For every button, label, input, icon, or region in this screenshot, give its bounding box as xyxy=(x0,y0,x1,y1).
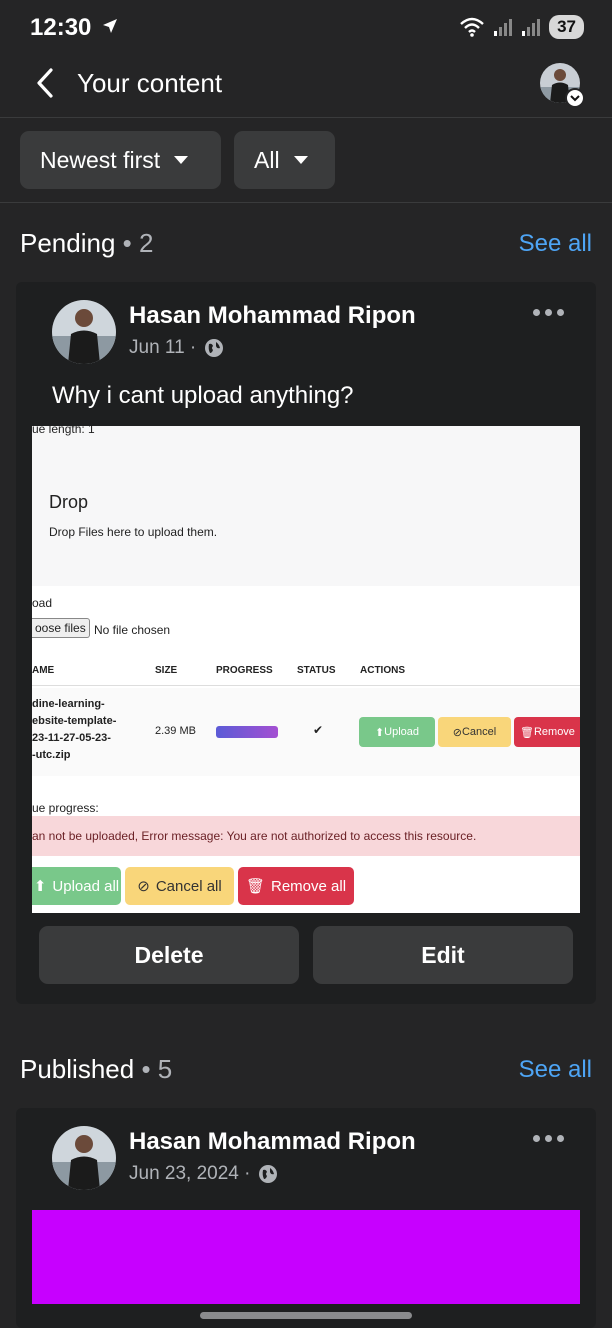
row-cancel-button: ⊘ Cancel xyxy=(438,717,511,747)
post-image[interactable]: ue length: 1 Drop Drop Files here to upl… xyxy=(32,426,580,913)
post-image[interactable] xyxy=(32,1210,580,1304)
globe-icon xyxy=(259,1165,278,1183)
upload-all-button: ⬆ Upload all xyxy=(32,867,121,905)
file-name-line-1: dine-learning- xyxy=(32,698,105,710)
row-cancel-label: Cancel xyxy=(461,726,497,738)
dropzone-area xyxy=(32,426,580,586)
row-remove-label: Remove xyxy=(533,726,575,738)
cancel-all-button: ⊘ Cancel all xyxy=(125,867,234,905)
cancel-all-label: Cancel all xyxy=(155,877,222,895)
avatar[interactable] xyxy=(52,300,116,364)
sort-label: Newest first xyxy=(40,146,161,173)
col-progress: PROGRESS xyxy=(216,665,273,676)
queue-progress-text: ue progress: xyxy=(32,801,99,815)
row-upload-label: Upload xyxy=(384,726,420,738)
post-meta: Jun 23, 2024 · xyxy=(129,1163,278,1185)
caret-down-icon xyxy=(174,156,189,164)
author-photo xyxy=(52,300,116,364)
signal-icon-1 xyxy=(494,19,513,36)
file-progress-bar xyxy=(216,726,278,738)
error-message: an not be uploaded, Error message: You a… xyxy=(32,829,477,843)
pending-title-text: Pending xyxy=(20,228,116,258)
page-title: Your content xyxy=(77,68,223,98)
published-section-header: Published • 5 See all xyxy=(20,1054,592,1085)
avatar[interactable] xyxy=(52,1126,116,1190)
pending-post-card: Hasan Mohammad Ripon Jun 11 · Why i cant… xyxy=(16,282,596,1004)
battery-indicator: 37 xyxy=(549,15,584,39)
row-remove-button: 🗑 Remove xyxy=(514,717,580,747)
home-indicator[interactable] xyxy=(200,1312,412,1319)
post-author-name[interactable]: Hasan Mohammad Ripon xyxy=(129,1128,416,1156)
more-options-button[interactable] xyxy=(533,309,564,316)
pending-section-header: Pending • 2 See all xyxy=(20,228,592,259)
drop-title: Drop xyxy=(49,492,89,512)
globe-icon xyxy=(205,339,224,357)
status-bar: 12:30 37 xyxy=(0,0,612,56)
delete-button[interactable]: Delete xyxy=(39,926,299,984)
file-name-line-3: 23-11-27-05-23- xyxy=(32,732,111,744)
sort-dropdown[interactable]: Newest first xyxy=(20,131,221,189)
status-icons: 37 xyxy=(459,15,584,39)
profile-avatar-button[interactable] xyxy=(540,63,585,108)
queue-length-text: ue length: 1 xyxy=(32,426,95,436)
col-name: AME xyxy=(32,665,55,676)
file-name-line-2: ebsite-template- xyxy=(32,715,117,727)
filter-bar: Newest first All xyxy=(0,119,612,203)
wifi-icon xyxy=(460,17,484,37)
chevron-down-badge-icon xyxy=(565,88,585,108)
location-arrow-icon xyxy=(103,19,117,33)
edit-button[interactable]: Edit xyxy=(313,926,573,984)
published-title: Published • 5 xyxy=(20,1054,172,1085)
choose-files-button: oose files xyxy=(32,618,90,638)
published-count: • 5 xyxy=(141,1054,173,1084)
pending-title: Pending • 2 xyxy=(20,228,153,259)
author-photo xyxy=(52,1126,116,1190)
col-size: SIZE xyxy=(155,665,178,676)
type-dropdown[interactable]: All xyxy=(234,131,335,189)
post-text: Why i cant upload anything? xyxy=(52,382,354,409)
post-author-name[interactable]: Hasan Mohammad Ripon xyxy=(129,302,416,330)
table-header: AME SIZE PROGRESS STATUS ACTIONS xyxy=(32,656,580,686)
remove-all-label: Remove all xyxy=(271,877,347,895)
app-header: Your content xyxy=(0,56,612,118)
col-status: STATUS xyxy=(297,665,336,676)
post-meta: Jun 11 · xyxy=(129,337,224,359)
upload-label: oad xyxy=(32,596,53,610)
pending-see-all-link[interactable]: See all xyxy=(519,230,592,258)
pending-count: • 2 xyxy=(122,228,154,258)
col-actions: ACTIONS xyxy=(360,665,405,676)
remove-all-button: 🗑 Remove all xyxy=(238,867,354,905)
file-name-line-4: -utc.zip xyxy=(32,749,71,761)
published-post-card: Hasan Mohammad Ripon Jun 23, 2024 · xyxy=(16,1108,596,1328)
signal-icon-2 xyxy=(522,19,541,36)
post-date: Jun 23, 2024 · xyxy=(129,1163,251,1184)
row-upload-button: ⬆ Upload xyxy=(359,717,435,747)
status-check-icon: ✔ xyxy=(313,723,324,737)
no-file-text: No file chosen xyxy=(94,623,171,637)
more-options-button[interactable] xyxy=(533,1135,564,1142)
drop-hint: Drop Files here to upload them. xyxy=(49,525,218,539)
more-dots-icon xyxy=(533,1135,540,1142)
chevron-left-icon xyxy=(37,68,53,98)
published-see-all-link[interactable]: See all xyxy=(519,1056,592,1084)
back-button[interactable] xyxy=(28,66,62,100)
error-alert: an not be uploaded, Error message: You a… xyxy=(32,816,580,856)
file-size: 2.39 MB xyxy=(155,725,196,737)
status-time: 12:30 xyxy=(30,14,92,41)
type-label: All xyxy=(254,146,280,173)
published-title-text: Published xyxy=(20,1054,135,1084)
post-date: Jun 11 · xyxy=(129,337,197,358)
caret-down-icon xyxy=(293,156,308,164)
upload-all-label: Upload all xyxy=(52,877,120,895)
more-dots-icon xyxy=(533,309,540,316)
